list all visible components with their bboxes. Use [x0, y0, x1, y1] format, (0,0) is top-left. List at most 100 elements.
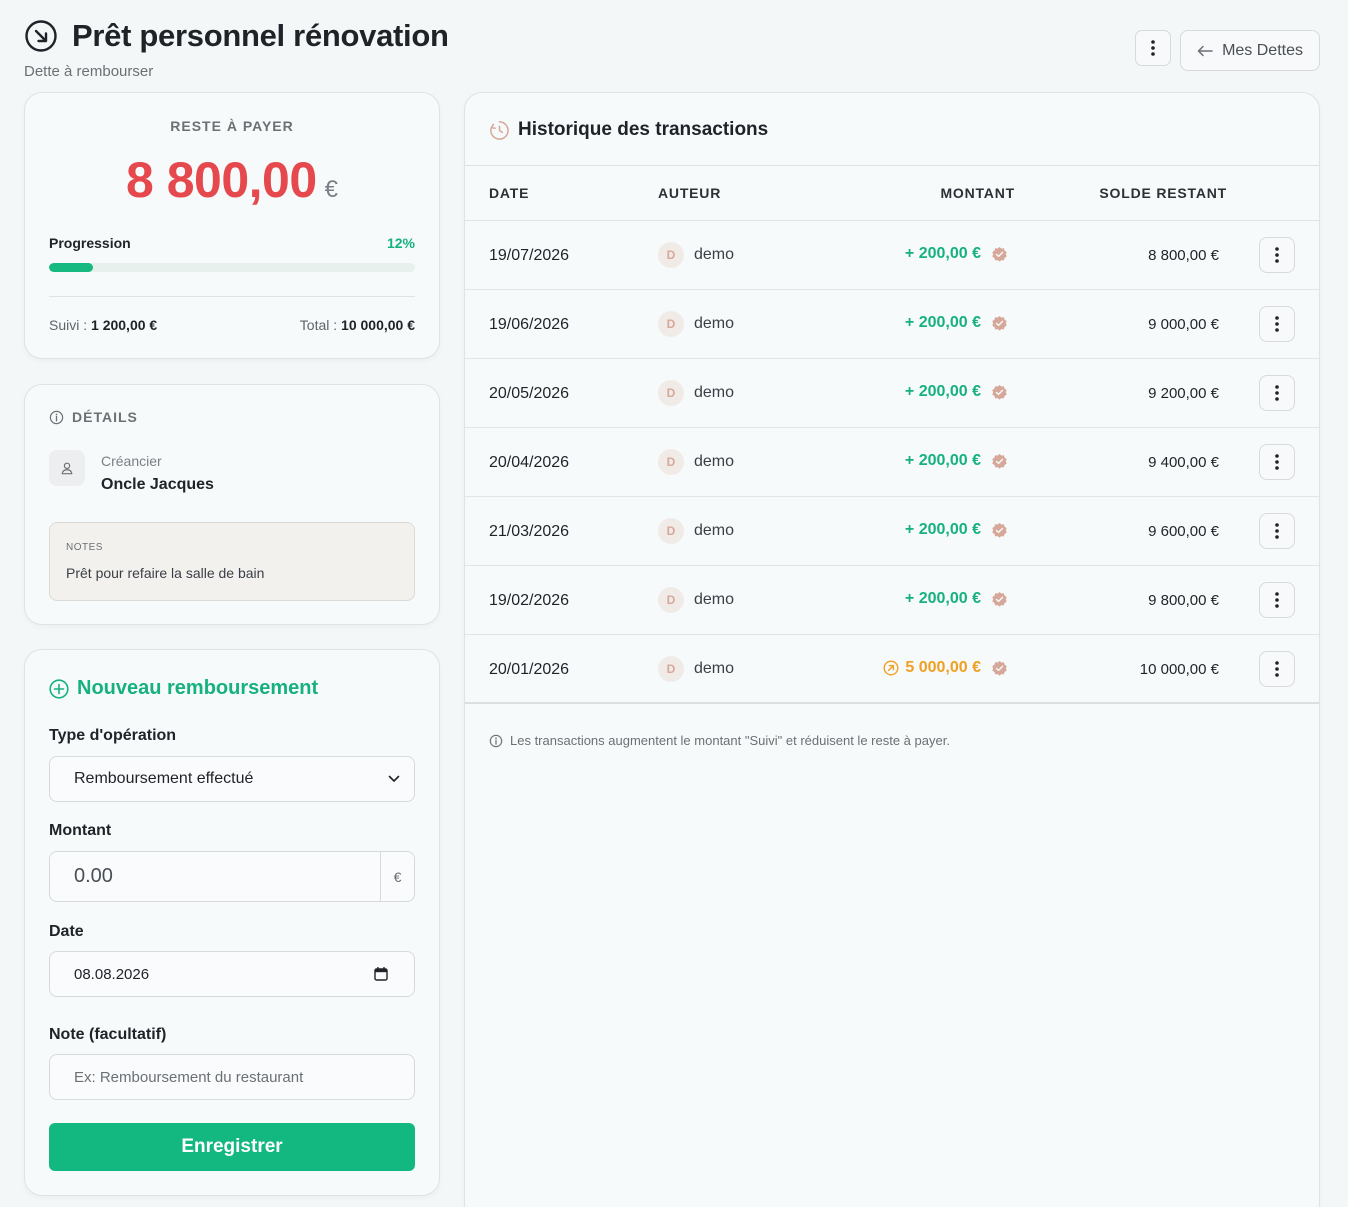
notes-box: NOTES Prêt pour refaire la salle de bain [49, 522, 415, 601]
transaction-author: Ddemo [658, 518, 734, 544]
table-row: 20/05/2026 Ddemo + 200,00 € 9 200,00 € [465, 359, 1319, 428]
arrow-down-right-circle-icon [24, 19, 58, 53]
creditor-avatar [49, 450, 85, 486]
transaction-date: 19/06/2026 [489, 316, 570, 333]
author-name: demo [694, 660, 735, 677]
divider [465, 165, 1319, 166]
transaction-author: Ddemo [658, 587, 734, 613]
notes-label: NOTES [66, 542, 103, 553]
amount-value: + 200,00 € [904, 590, 981, 607]
back-to-debts-button[interactable]: Mes Dettes [1180, 30, 1320, 71]
verified-badge-icon [992, 453, 1007, 469]
table-row: 20/01/2026 Ddemo 5 000,00 € 10 000,00 € [465, 635, 1319, 704]
transaction-date: 20/05/2026 [489, 385, 570, 402]
tracked-value: 1 200,00 € [91, 317, 158, 333]
tracked-amount: Suivi : 1 200,00 € [49, 317, 157, 333]
history-clock-icon [490, 120, 509, 140]
transaction-date: 20/04/2026 [489, 454, 570, 471]
row-options-button[interactable] [1259, 651, 1295, 687]
date-label: Date [49, 923, 84, 940]
transaction-amount: + 200,00 € [905, 314, 1008, 332]
avatar: D [658, 518, 684, 544]
history-title: Historique des transactions [518, 119, 769, 140]
remaining-balance: 9 800,00 € [1148, 592, 1219, 609]
row-options-button[interactable] [1259, 306, 1295, 342]
divider [49, 296, 415, 297]
remaining-balance: 9 400,00 € [1148, 454, 1219, 471]
summary-card: RESTE À PAYER 8 800,00 € Progression 12% … [24, 92, 440, 359]
kebab-icon [1275, 592, 1279, 608]
header-actions: Mes Dettes [1135, 30, 1320, 71]
table-row: 19/06/2026 Ddemo + 200,00 € 9 000,00 € [465, 290, 1319, 359]
date-value: 08.08.2026 [74, 965, 150, 983]
history-footer-note: Les transactions augmentent le montant "… [489, 733, 950, 748]
calendar-icon[interactable] [374, 967, 388, 981]
page-subtitle: Dette à rembourser [24, 63, 154, 80]
avatar: D [658, 311, 684, 337]
column-header-author: AUTEUR [658, 185, 722, 201]
amount-value: + 200,00 € [904, 314, 981, 331]
operation-type-value: Remboursement effectué [74, 770, 254, 787]
note-input[interactable]: Ex: Remboursement du restaurant [49, 1054, 415, 1100]
total-label: Total : [299, 317, 338, 333]
column-header-date: DATE [489, 185, 530, 201]
tracked-label: Suivi : [49, 317, 88, 333]
note-placeholder: Ex: Remboursement du restaurant [74, 1068, 304, 1086]
details-card: DÉTAILS Créancier Oncle Jacques NOTES Pr… [24, 384, 440, 625]
total-value: 10 000,00 € [341, 317, 415, 333]
author-name: demo [694, 246, 735, 263]
transaction-date: 21/03/2026 [489, 523, 570, 540]
operation-type-select[interactable]: Remboursement effectué [49, 756, 415, 802]
remaining-balance: 9 200,00 € [1148, 385, 1219, 402]
info-icon [49, 410, 64, 424]
remaining-value: 8 800,00 [126, 152, 317, 208]
avatar: D [658, 380, 684, 406]
kebab-icon [1275, 523, 1279, 539]
transaction-author: Ddemo [658, 449, 734, 475]
remaining-label: RESTE À PAYER [170, 118, 294, 134]
remaining-balance: 9 600,00 € [1148, 523, 1219, 540]
history-heading: Historique des transactions [489, 119, 768, 141]
transaction-date: 19/02/2026 [489, 592, 570, 609]
date-input[interactable]: 08.08.2026 [49, 951, 415, 997]
verified-badge-icon [992, 660, 1007, 676]
more-options-button[interactable] [1135, 30, 1172, 66]
remaining-balance: 10 000,00 € [1139, 661, 1219, 678]
transaction-table-body: 19/07/2026 Ddemo + 200,00 € 8 800,00 € 1… [465, 221, 1319, 704]
row-options-button[interactable] [1259, 375, 1295, 411]
avatar: D [658, 587, 684, 613]
transaction-amount: + 200,00 € [905, 245, 1008, 263]
amount-input-placeholder[interactable]: 0.00 [50, 865, 380, 888]
remaining-amount: 8 800,00 € [25, 151, 439, 209]
row-options-button[interactable] [1259, 513, 1295, 549]
amount-value: 5 000,00 € [905, 659, 981, 676]
footer-note-text: Les transactions augmentent le montant "… [510, 733, 950, 748]
column-header-balance: SOLDE RESTANT [1099, 185, 1227, 201]
page-header: Prêt personnel rénovation Dette à rembou… [24, 18, 1320, 82]
info-icon [489, 734, 503, 747]
verified-badge-icon [992, 522, 1007, 538]
amount-field[interactable]: 0.00 € [49, 851, 415, 902]
author-name: demo [694, 453, 735, 470]
remaining-balance: 8 800,00 € [1148, 247, 1219, 264]
row-options-button[interactable] [1259, 444, 1295, 480]
verified-badge-icon [992, 591, 1007, 607]
details-heading: DÉTAILS [49, 409, 138, 425]
row-options-button[interactable] [1259, 237, 1295, 273]
amount-value: + 200,00 € [904, 245, 981, 262]
row-options-button[interactable] [1259, 582, 1295, 618]
table-row: 19/07/2026 Ddemo + 200,00 € 8 800,00 € [465, 221, 1319, 290]
author-name: demo [694, 315, 735, 332]
kebab-icon [1275, 316, 1279, 332]
repayment-form-card: Nouveau remboursement Type d'opération R… [24, 649, 440, 1196]
form-title: Nouveau remboursement [49, 677, 318, 700]
author-name: demo [694, 384, 735, 401]
save-button[interactable]: Enregistrer [49, 1123, 415, 1171]
user-icon [61, 462, 73, 475]
transaction-author: Ddemo [658, 380, 734, 406]
avatar: D [658, 242, 684, 268]
amount-value: + 200,00 € [904, 521, 981, 538]
transaction-amount: + 200,00 € [905, 521, 1008, 539]
progress-bar [49, 263, 415, 272]
operation-type-label: Type d'opération [49, 727, 177, 744]
